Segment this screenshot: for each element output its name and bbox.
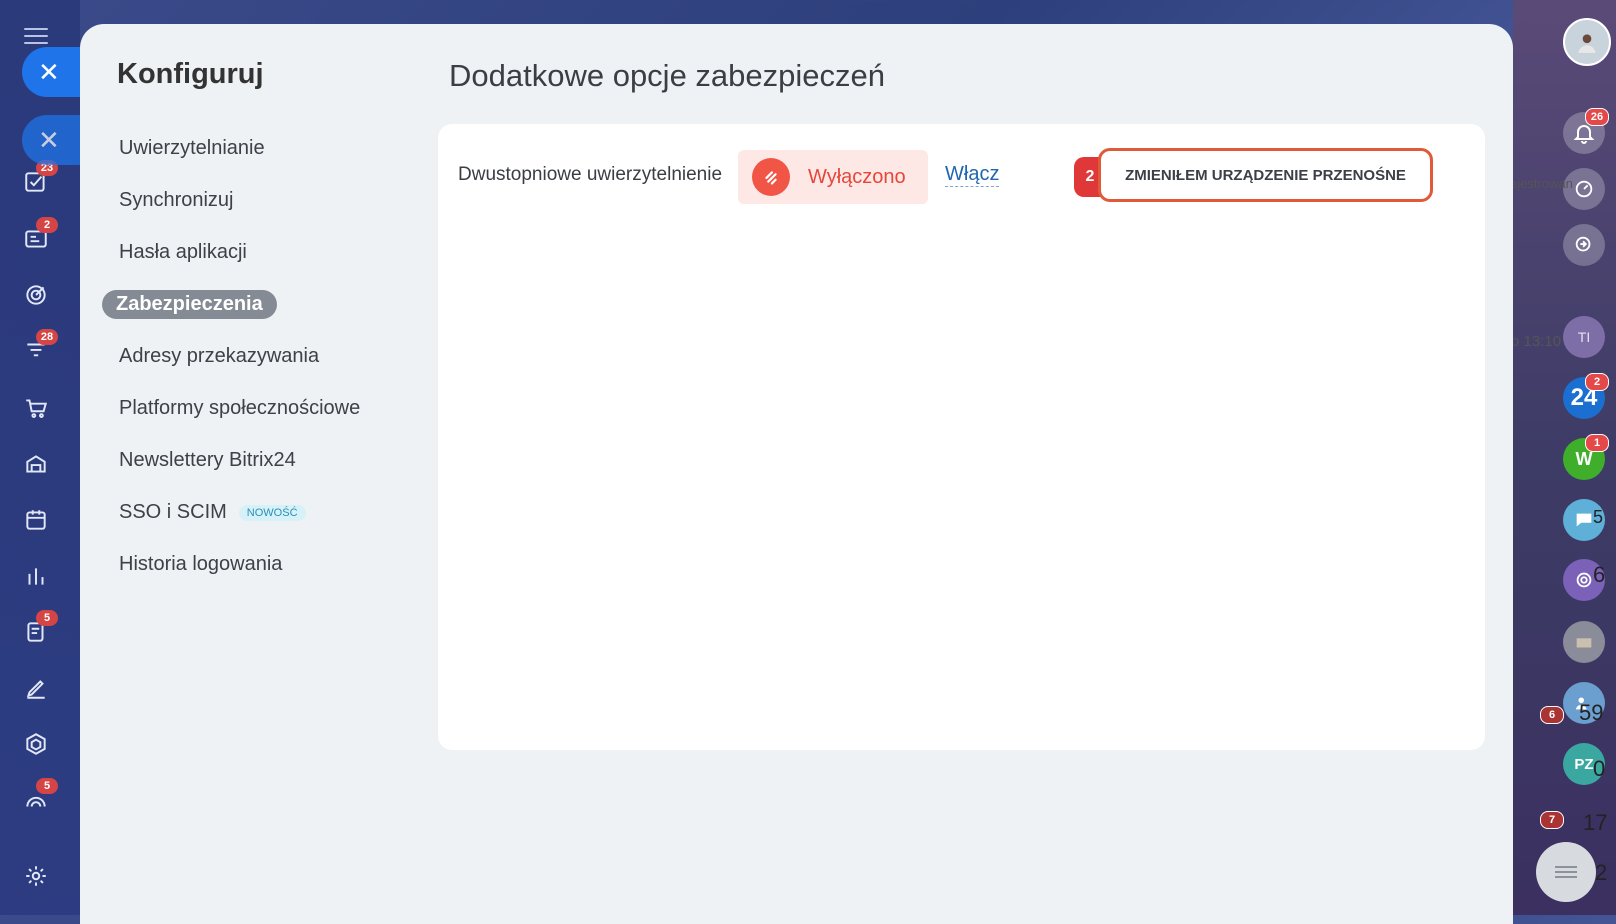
target-icon[interactable]	[22, 281, 50, 309]
document-badge: 5	[36, 610, 58, 626]
funnel-icon[interactable]: 28	[22, 329, 58, 365]
side-number: 0	[1593, 756, 1606, 781]
hexagon-icon[interactable]	[22, 730, 50, 758]
nav-item-authentication[interactable]: Uwierzytelnianie	[119, 137, 265, 160]
close-icon: ✕	[38, 125, 60, 155]
bitrix24-chat[interactable]: 24 2	[1563, 373, 1609, 419]
w-badge: 1	[1585, 434, 1609, 452]
status-text: Wyłączono	[808, 165, 906, 188]
disabled-icon	[752, 158, 790, 196]
broadcast-icon[interactable]: 5	[22, 778, 58, 814]
nav-item-sso-label: SSO i SCIM	[119, 501, 227, 523]
panel-title: Konfiguruj	[117, 58, 264, 90]
section-title: Dodatkowe opcje zabezpieczeń	[449, 58, 885, 93]
funnel-badge: 28	[36, 329, 58, 345]
close-button-secondary: ✕	[22, 115, 84, 165]
nav-item-sso[interactable]: SSO i SCIM NOWOŚĆ	[119, 501, 306, 524]
cart-icon[interactable]	[22, 394, 50, 422]
user-avatar[interactable]	[1563, 18, 1611, 66]
side-number: 17	[1583, 810, 1608, 835]
notifications-button[interactable]: 26	[1563, 108, 1609, 154]
settings-icon[interactable]	[22, 862, 50, 890]
nav-item-security[interactable]: Zabezpieczenia	[102, 290, 277, 319]
nav-item-login-history[interactable]: Historia logowania	[119, 553, 282, 576]
close-icon: ✕	[38, 57, 60, 87]
chart-icon[interactable]	[22, 562, 50, 590]
side-number: 59	[1579, 700, 1604, 725]
tasks-icon[interactable]: 23	[22, 160, 58, 196]
menu-icon[interactable]	[24, 28, 48, 46]
side-text-time: o 13:10	[1511, 333, 1562, 350]
side-number: 5	[1593, 507, 1604, 527]
side-badge: 7	[1540, 811, 1564, 829]
nav-item-social[interactable]: Platformy społecznościowe	[119, 397, 360, 420]
two-factor-label: Dwustopniowe uwierzytelnienie	[458, 164, 723, 185]
security-card: Dwustopniowe uwierzytelnienie Wyłączono …	[438, 124, 1485, 750]
store-icon[interactable]	[22, 450, 50, 478]
broadcast-badge: 5	[36, 778, 58, 794]
nav-item-app-passwords[interactable]: Hasła aplikacji	[119, 241, 247, 264]
close-slider-button[interactable]: ✕	[22, 47, 84, 97]
nav-item-sync[interactable]: Synchronizuj	[119, 189, 234, 212]
side-badge: 6	[1540, 706, 1564, 724]
crm-badge: 2	[36, 217, 58, 233]
crm-icon[interactable]: 2	[22, 217, 58, 253]
enable-link[interactable]: Włącz	[945, 163, 1000, 187]
chat-menu-button[interactable]	[1536, 842, 1596, 902]
calendar-icon[interactable]	[22, 506, 50, 534]
nav-item-forwarding[interactable]: Adresy przekazywania	[119, 345, 319, 368]
w-chat[interactable]: W 1	[1563, 434, 1609, 480]
search-chat-icon[interactable]	[1563, 224, 1605, 266]
group-avatar[interactable]	[1563, 621, 1605, 663]
settings-panel: Konfiguruj Uwierzytelnianie Synchronizuj…	[80, 24, 1513, 924]
side-number: 2	[1595, 860, 1608, 885]
side-number: 6	[1593, 562, 1606, 587]
avatar-ti[interactable]: TI	[1563, 316, 1605, 358]
changed-device-button[interactable]: ZMIENIŁEM URZĄDZENIE PRZENOŚNE	[1098, 148, 1433, 202]
list-icon	[1555, 863, 1577, 881]
sign-icon[interactable]	[22, 674, 50, 702]
status-badge: Wyłączono	[738, 150, 928, 204]
bitrix24-badge: 2	[1585, 373, 1609, 391]
notifications-badge: 26	[1585, 108, 1609, 126]
nav-item-newsletters[interactable]: Newslettery Bitrix24	[119, 449, 296, 472]
document-icon[interactable]: 5	[22, 610, 58, 646]
new-badge: NOWOŚĆ	[238, 504, 306, 521]
side-text-registered: ejestrowan	[1510, 176, 1573, 191]
